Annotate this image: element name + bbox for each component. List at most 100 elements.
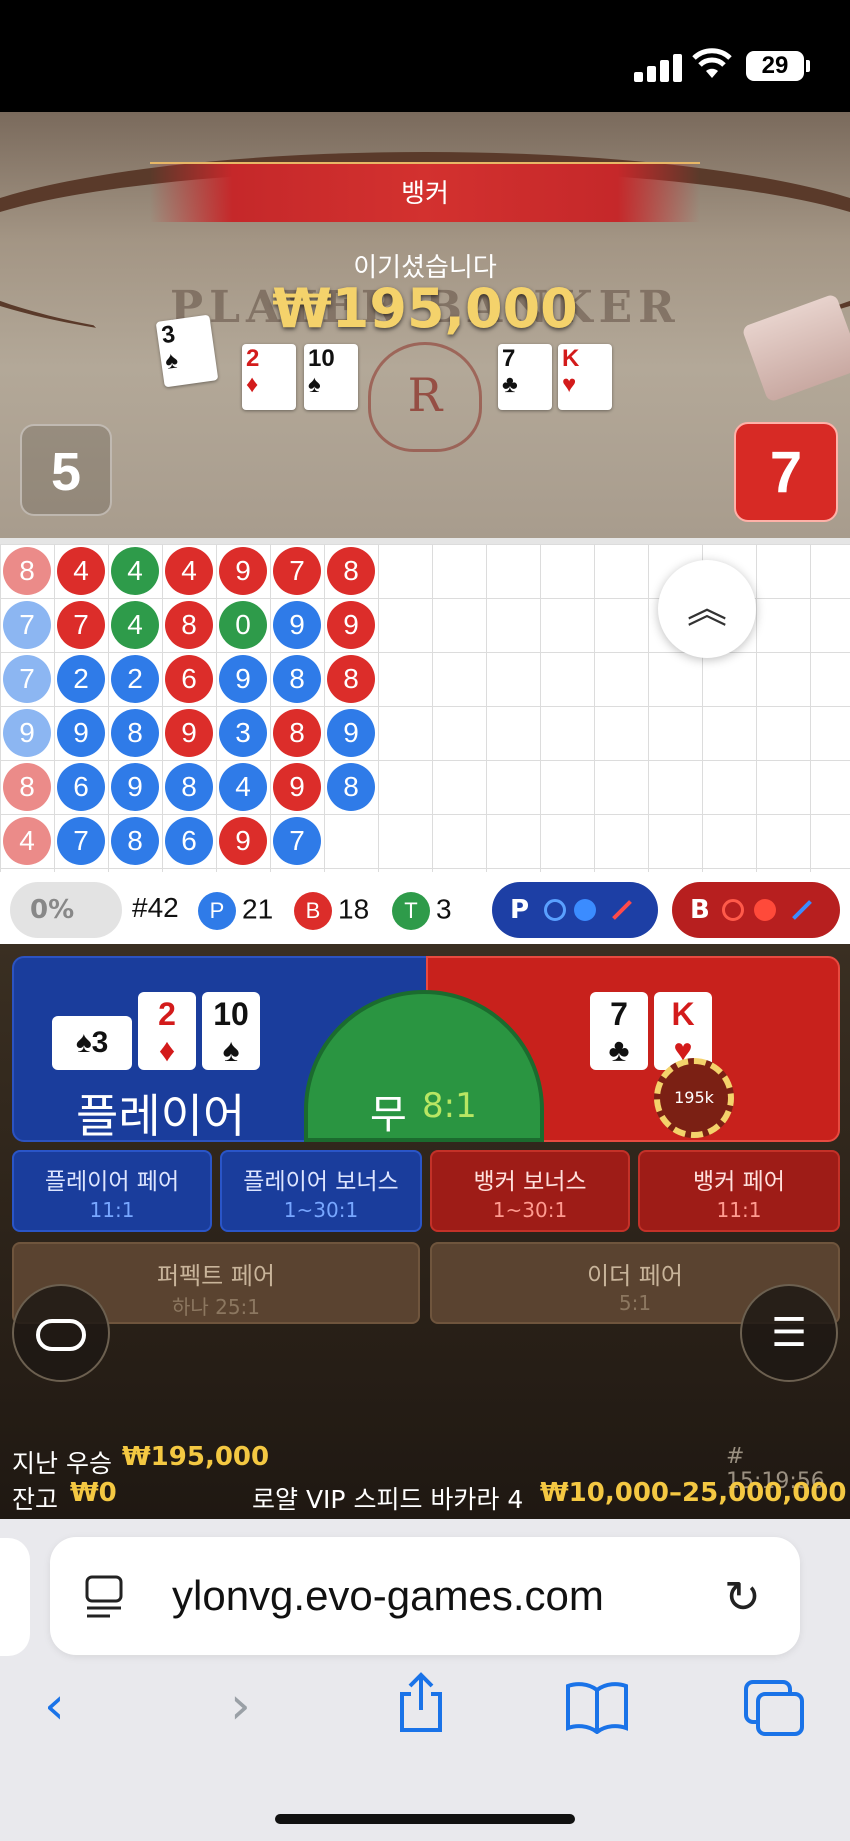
banker-pair-odds: 11:1: [716, 1198, 762, 1222]
book-icon: [566, 1682, 628, 1735]
bead-player: 9: [3, 709, 51, 757]
share-button[interactable]: [394, 1672, 448, 1747]
player-score: 5: [20, 424, 112, 516]
grid-line: [162, 544, 163, 872]
bead-player: 9: [327, 709, 375, 757]
banker-pair-label: 뱅커 페어: [693, 1169, 785, 1195]
tie-count-value: 3: [436, 893, 452, 925]
player-bonus-label: 플레이어 보너스: [243, 1169, 399, 1195]
grid-line: [0, 544, 850, 545]
bookmarks-button[interactable]: [564, 1680, 630, 1747]
big-eye-circle-icon: [544, 899, 566, 921]
bead-player: 4: [219, 763, 267, 811]
balance-label: 잔고: [12, 1485, 59, 1514]
menu-button[interactable]: ☰: [740, 1284, 838, 1382]
battery-tip: [806, 60, 810, 72]
banker-bonus-bet[interactable]: 뱅커 보너스 1~30:1: [430, 1150, 630, 1232]
bead-banker: 6: [165, 655, 213, 703]
bead-banker: 8: [327, 547, 375, 595]
small-road-dot-icon: [574, 899, 596, 921]
player-card-1: ♠3: [52, 1016, 132, 1070]
bead-tie: 4: [111, 601, 159, 649]
player-predict-button[interactable]: P: [492, 882, 658, 938]
bead-banker: 7: [273, 547, 321, 595]
video-banker-card-2: K ♥: [558, 344, 612, 410]
banker-badge: B: [294, 892, 332, 930]
share-icon: [400, 1672, 442, 1732]
back-button[interactable]: ‹: [44, 1676, 65, 1736]
grid-line: [540, 544, 541, 872]
player-bet-label: 플레이어: [76, 1089, 246, 1143]
cockroach-slash-icon: [612, 900, 632, 920]
video-player-card-3: 10 ♠: [304, 344, 358, 410]
bead-player: 8: [111, 817, 159, 865]
winner-banner: 뱅커: [150, 162, 700, 222]
bead-player: 8: [111, 709, 159, 757]
tabs-button[interactable]: [744, 1680, 806, 1751]
bead-player: 7: [273, 817, 321, 865]
player-card-3: 10 ♠: [202, 992, 260, 1070]
status-time: 12:20: [76, 44, 174, 86]
balance-value: ₩0: [70, 1478, 117, 1508]
grid-line: [810, 544, 811, 872]
bead-banker: 8: [3, 763, 51, 811]
reader-mode-icon[interactable]: [84, 1574, 124, 1620]
banker-pair-bet[interactable]: 뱅커 페어 11:1: [638, 1150, 840, 1232]
percent-toggle[interactable]: 0%: [10, 882, 122, 938]
bead-player: 3: [219, 709, 267, 757]
grid-line: [270, 544, 271, 872]
chevron-left-icon: ‹: [44, 1676, 65, 1736]
grid-line: [54, 544, 55, 872]
bead-player: 6: [165, 817, 213, 865]
bead-player: 9: [273, 601, 321, 649]
live-video: PLAYER BANKER R 뱅커 이기셨습니다 ₩195,000 3 ♠ 2 ♦…: [0, 112, 850, 538]
table-limits: ₩10,000–25,000,000: [540, 1478, 847, 1508]
bead-tie: 4: [111, 547, 159, 595]
predict-p-label: P: [510, 895, 530, 925]
grid-line: [216, 544, 217, 872]
grid-line: [486, 544, 487, 872]
chat-button[interactable]: [12, 1284, 110, 1382]
banker-card-1: 7 ♣: [590, 992, 648, 1070]
hamburger-menu-icon: ☰: [771, 1310, 807, 1356]
video-player-card-1: 3 ♠: [155, 314, 219, 388]
grid-line: [0, 868, 850, 869]
player-bonus-bet[interactable]: 플레이어 보너스 1~30:1: [220, 1150, 422, 1232]
grid-line: [594, 544, 595, 872]
url-text[interactable]: ylonvg.evo-games.com: [172, 1572, 604, 1620]
home-indicator: [275, 1814, 575, 1824]
player-card-2: 2 ♦: [138, 992, 196, 1070]
grid-line: [324, 544, 325, 872]
grid-line: [0, 814, 850, 815]
grid-line: [648, 544, 649, 872]
previous-tab-preview[interactable]: [0, 1538, 30, 1656]
bead-banker: 8: [273, 709, 321, 757]
bead-banker: 9: [165, 709, 213, 757]
last-win-value: ₩195,000: [122, 1442, 270, 1472]
bead-player: 7: [3, 655, 51, 703]
forward-button[interactable]: ›: [230, 1676, 251, 1736]
video-player-card-2: 2 ♦: [242, 344, 296, 410]
player-badge: P: [198, 892, 236, 930]
bead-banker: 8: [327, 655, 375, 703]
player-pair-label: 플레이어 페어: [44, 1169, 180, 1195]
bead-player: 9: [111, 763, 159, 811]
bead-player: 7: [3, 601, 51, 649]
battery-icon: 29: [746, 51, 804, 81]
small-road-dot-icon: [754, 899, 776, 921]
expand-roadmap-button[interactable]: ︽: [658, 560, 756, 658]
bead-player: 8: [165, 763, 213, 811]
bead-banker: 4: [57, 547, 105, 595]
reload-icon[interactable]: ↻: [724, 1572, 761, 1623]
player-pair-bet[interactable]: 플레이어 페어 11:1: [12, 1150, 212, 1232]
chevron-right-icon: ›: [230, 1676, 251, 1736]
tie-badge: T: [392, 892, 430, 930]
bead-player: 2: [111, 655, 159, 703]
bead-banker: 8: [3, 547, 51, 595]
placed-chip[interactable]: 195k: [654, 1058, 734, 1138]
bead-player: 2: [57, 655, 105, 703]
wifi-icon: [692, 48, 732, 84]
bead-banker: 9: [219, 817, 267, 865]
grid-line: [378, 544, 379, 872]
banker-predict-button[interactable]: B: [672, 882, 840, 938]
